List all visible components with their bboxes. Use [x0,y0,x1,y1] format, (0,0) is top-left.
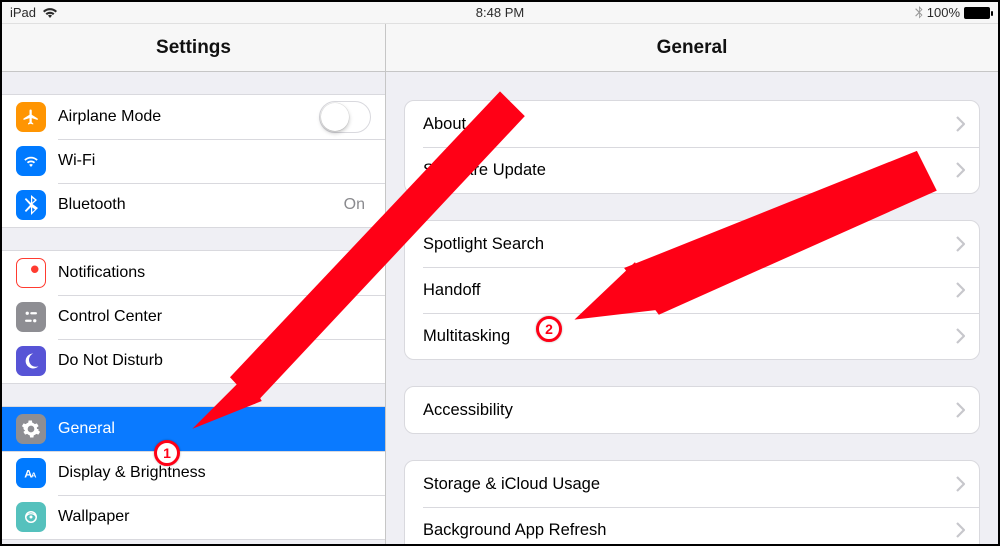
bluetooth-status-icon [915,6,923,20]
status-bar: iPad 8:48 PM 100% [2,2,998,24]
settings-title: Settings [2,24,386,71]
row-handoff[interactable]: Handoff [405,267,979,313]
row-software-update[interactable]: Software Update [405,147,979,193]
general-title: General [386,24,998,71]
chevron-right-icon [955,402,965,418]
airplane-toggle[interactable] [319,101,371,133]
sidebar-item-label: Notifications [58,264,145,282]
sidebar-item-wifi[interactable]: Wi-Fi [2,139,385,183]
notifications-icon [16,258,46,288]
sidebar-item-label: Wallpaper [58,508,129,526]
sidebar-item-control-center[interactable]: Control Center [2,295,385,339]
row-label: Accessibility [423,401,513,420]
device-label: iPad [10,5,36,20]
chevron-right-icon [955,476,965,492]
sidebar-item-label: Display & Brightness [58,464,206,482]
sidebar-item-dnd[interactable]: Do Not Disturb [2,339,385,383]
general-group-about: About Software Update [404,100,980,194]
sidebar-item-general[interactable]: General [2,407,385,451]
battery-icon [964,7,990,19]
settings-group-connectivity: Airplane Mode Wi-Fi Bluetooth [2,94,385,228]
row-label: Multitasking [423,327,510,346]
sidebar-item-bluetooth[interactable]: Bluetooth On [2,183,385,227]
row-label: About [423,115,466,134]
sidebar-item-airplane[interactable]: Airplane Mode [2,95,385,139]
bluetooth-value: On [344,196,365,214]
wifi-status-icon [42,7,58,19]
row-multitasking[interactable]: Multitasking [405,313,979,359]
sidebar-item-label: Airplane Mode [58,108,161,126]
settings-group-alerts: Notifications Control Center Do Not Dist… [2,250,385,384]
wallpaper-icon [16,502,46,532]
general-group-accessibility: Accessibility [404,386,980,434]
sidebar-item-display[interactable]: AA Display & Brightness [2,451,385,495]
header-row: Settings General [2,24,998,72]
row-about[interactable]: About [405,101,979,147]
chevron-right-icon [955,236,965,252]
sidebar-item-label: Do Not Disturb [58,352,163,370]
chevron-right-icon [955,522,965,538]
sidebar-item-wallpaper[interactable]: Wallpaper [2,495,385,539]
svg-text:A: A [31,471,37,480]
row-label: Spotlight Search [423,235,544,254]
sidebar-item-label: General [58,420,115,438]
settings-sidebar: Airplane Mode Wi-Fi Bluetooth [2,72,386,544]
row-label: Software Update [423,161,546,180]
sidebar-item-label: Wi-Fi [58,152,95,170]
sidebar-item-label: Bluetooth [58,196,126,214]
row-spotlight[interactable]: Spotlight Search [405,221,979,267]
display-icon: AA [16,458,46,488]
control-center-icon [16,302,46,332]
moon-icon [16,346,46,376]
gear-icon [16,414,46,444]
battery-pct: 100% [927,5,960,20]
clock: 8:48 PM [476,5,524,20]
row-accessibility[interactable]: Accessibility [405,387,979,433]
bluetooth-icon [16,190,46,220]
row-storage[interactable]: Storage & iCloud Usage [405,461,979,507]
row-label: Background App Refresh [423,521,606,540]
sidebar-item-label: Control Center [58,308,162,326]
airplane-icon [16,102,46,132]
wifi-icon [16,146,46,176]
chevron-right-icon [955,328,965,344]
row-bgapp[interactable]: Background App Refresh [405,507,979,544]
sidebar-item-notifications[interactable]: Notifications [2,251,385,295]
settings-group-device: General AA Display & Brightness Wallpape… [2,406,385,540]
chevron-right-icon [955,162,965,178]
general-group-search: Spotlight Search Handoff Multitasking [404,220,980,360]
general-detail-pane: About Software Update Spotlight Search H… [386,72,998,544]
chevron-right-icon [955,116,965,132]
general-group-storage: Storage & iCloud Usage Background App Re… [404,460,980,544]
row-label: Storage & iCloud Usage [423,475,600,494]
row-label: Handoff [423,281,481,300]
chevron-right-icon [955,282,965,298]
